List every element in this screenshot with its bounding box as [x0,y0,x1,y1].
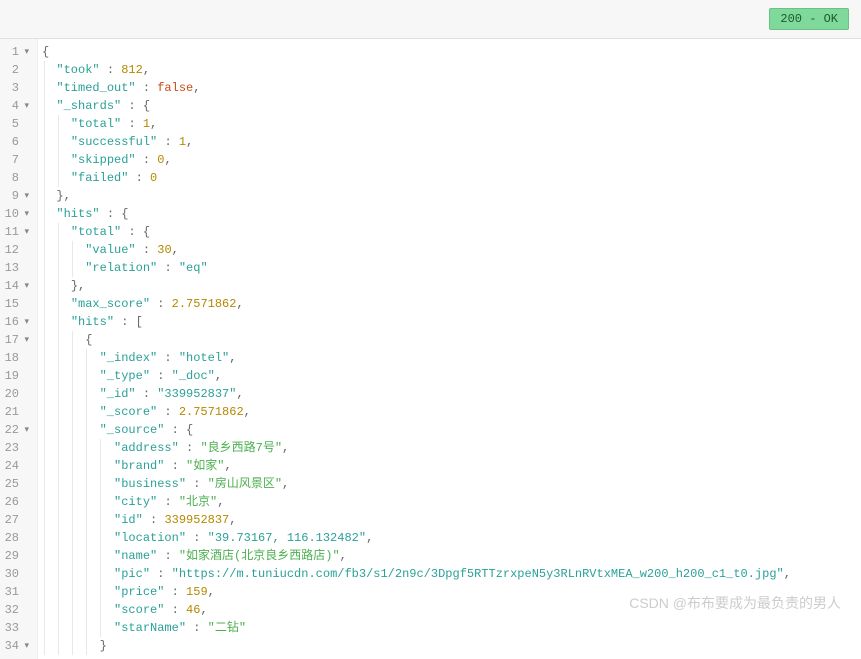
line-number: 8 [4,169,29,187]
code-line: "brand" : "如家", [42,457,861,475]
code-line: "total" : { [42,223,861,241]
line-number: 2 [4,61,29,79]
line-number: 19 [4,367,29,385]
line-gutter: 1▾234▾56789▾10▾11▾121314▾1516▾17▾1819202… [0,39,38,659]
line-number: 22▾ [4,421,29,439]
code-line: } [42,637,861,655]
line-number: 15 [4,295,29,313]
line-number: 27 [4,511,29,529]
fold-icon[interactable]: ▾ [21,205,29,223]
line-number: 7 [4,151,29,169]
line-number: 5 [4,115,29,133]
line-number: 20 [4,385,29,403]
line-number: 12 [4,241,29,259]
code-line: "successful" : 1, [42,133,861,151]
code-line: "location" : "39.73167, 116.132482", [42,529,861,547]
line-number: 18 [4,349,29,367]
line-number: 28 [4,529,29,547]
code-line: "name" : "如家酒店(北京良乡西路店)", [42,547,861,565]
code-line: "timed_out" : false, [42,79,861,97]
code-line: "id" : 339952837, [42,511,861,529]
line-number: 14▾ [4,277,29,295]
line-number: 10▾ [4,205,29,223]
code-line: "address" : "良乡西路7号", [42,439,861,457]
fold-icon[interactable]: ▾ [21,43,29,61]
code-line: "pic" : "https://m.tuniucdn.com/fb3/s1/2… [42,565,861,583]
line-number: 26 [4,493,29,511]
fold-icon[interactable]: ▾ [21,637,29,655]
line-number: 32 [4,601,29,619]
line-number: 16▾ [4,313,29,331]
fold-icon[interactable]: ▾ [21,187,29,205]
line-number: 31 [4,583,29,601]
fold-icon[interactable]: ▾ [21,331,29,349]
line-number: 34▾ [4,637,29,655]
code-line: }, [42,187,861,205]
line-number: 33 [4,619,29,637]
code-line: "business" : "房山风景区", [42,475,861,493]
code-line: "price" : 159, [42,583,861,601]
fold-icon[interactable]: ▾ [21,421,29,439]
line-number: 3 [4,79,29,97]
code-line: "_score" : 2.7571862, [42,403,861,421]
line-number: 1▾ [4,43,29,61]
line-number: 6 [4,133,29,151]
code-line: "starName" : "二钻" [42,619,861,637]
line-number: 9▾ [4,187,29,205]
line-number: 17▾ [4,331,29,349]
code-line: "_type" : "_doc", [42,367,861,385]
code-line: }, [42,277,861,295]
line-number: 13 [4,259,29,277]
code-line: "relation" : "eq" [42,259,861,277]
code-line: "score" : 46, [42,601,861,619]
code-line: "_id" : "339952837", [42,385,861,403]
line-number: 21 [4,403,29,421]
code-area[interactable]: { "took" : 812, "timed_out" : false, "_s… [38,39,861,659]
line-number: 4▾ [4,97,29,115]
code-line: "hits" : [ [42,313,861,331]
code-line: { [42,43,861,61]
fold-icon[interactable]: ▾ [21,277,29,295]
line-number: 30 [4,565,29,583]
code-line: "took" : 812, [42,61,861,79]
code-line: "value" : 30, [42,241,861,259]
code-line: { [42,331,861,349]
code-line: "_index" : "hotel", [42,349,861,367]
code-line: "failed" : 0 [42,169,861,187]
fold-icon[interactable]: ▾ [21,313,29,331]
line-number: 23 [4,439,29,457]
fold-icon[interactable]: ▾ [21,223,29,241]
status-badge: 200 - OK [769,8,849,30]
code-line: "_source" : { [42,421,861,439]
line-number: 24 [4,457,29,475]
code-line: "skipped" : 0, [42,151,861,169]
code-line: "total" : 1, [42,115,861,133]
response-header: 200 - OK [0,0,861,39]
fold-icon[interactable]: ▾ [21,97,29,115]
line-number: 25 [4,475,29,493]
json-editor[interactable]: 1▾234▾56789▾10▾11▾121314▾1516▾17▾1819202… [0,39,861,659]
code-line: "_shards" : { [42,97,861,115]
code-line: "hits" : { [42,205,861,223]
line-number: 11▾ [4,223,29,241]
code-line: "city" : "北京", [42,493,861,511]
code-line: "max_score" : 2.7571862, [42,295,861,313]
line-number: 29 [4,547,29,565]
